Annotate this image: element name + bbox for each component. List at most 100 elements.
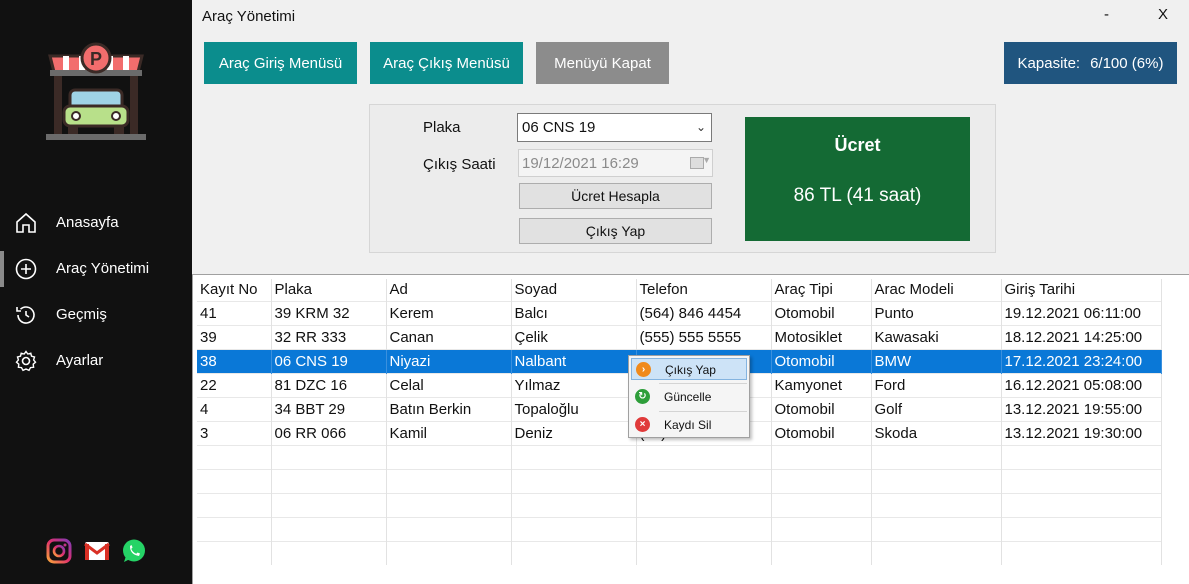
capacity-label: Kapasite: <box>1017 54 1081 72</box>
table-cell: Deniz <box>511 420 637 445</box>
table-cell: Batın Berkin <box>386 396 512 421</box>
table-cell: 18.12.2021 14:25:00 <box>1001 324 1162 349</box>
instagram-icon[interactable] <box>46 538 72 564</box>
table-cell: 13.12.2021 19:55:00 <box>1001 396 1162 421</box>
column-header[interactable]: Plaka <box>271 279 387 301</box>
fee-title: Ücret <box>834 135 881 155</box>
table-row[interactable]: 39 32 RR 333 Canan Çelik (555) 555 5555 … <box>197 324 1162 349</box>
empty-row <box>197 444 1162 469</box>
table-cell: Otomobil <box>771 396 872 421</box>
minimize-button[interactable]: - <box>1104 6 1109 23</box>
chevron-down-icon: ▼ <box>702 155 711 165</box>
table-cell: Punto <box>871 300 1002 325</box>
table-cell: 06 RR 066 <box>271 420 387 445</box>
context-item-label: Çıkış Yap <box>665 363 716 377</box>
table-cell: Otomobil <box>771 348 872 373</box>
table-cell: Niyazi <box>386 348 512 373</box>
table-cell: (555) 555 5555 <box>636 324 772 349</box>
context-item-checkout[interactable]: › Çıkış Yap <box>631 358 747 380</box>
home-icon <box>16 212 36 233</box>
column-header[interactable]: Telefon <box>636 279 772 301</box>
delete-icon: × <box>635 417 650 432</box>
exit-time-picker[interactable]: 19/12/2021 16:29 ▼ <box>518 149 713 177</box>
table-cell: 41 <box>197 300 272 325</box>
table-cell: 22 <box>197 372 272 397</box>
main-content: Araç Yönetimi - X Araç Giriş Menüsü Araç… <box>192 0 1189 584</box>
menu-divider <box>659 411 747 412</box>
row-context-menu: › Çıkış Yap ↻ Güncelle × Kaydı Sil <box>628 355 750 438</box>
chevron-down-icon: ⌄ <box>695 120 706 134</box>
table-cell: Kerem <box>386 300 512 325</box>
close-button[interactable]: X <box>1158 6 1168 23</box>
arrow-right-icon: › <box>636 362 651 377</box>
close-menu-button[interactable]: Menüyü Kapat <box>536 42 669 84</box>
gmail-icon[interactable] <box>84 538 110 564</box>
table-cell: 39 <box>197 324 272 349</box>
sidebar-item-label: Ayarlar <box>56 352 104 369</box>
table-cell: 19.12.2021 06:11:00 <box>1001 300 1162 325</box>
context-item-delete[interactable]: × Kaydı Sil <box>631 414 747 436</box>
table-cell: Balcı <box>511 300 637 325</box>
sidebar-item-label: Geçmiş <box>56 306 107 323</box>
refresh-icon: ↻ <box>635 389 650 404</box>
empty-row <box>197 540 1162 565</box>
sidebar-item-ayarlar[interactable]: Ayarlar <box>0 343 192 379</box>
table-cell: 16.12.2021 05:08:00 <box>1001 372 1162 397</box>
table-cell: Golf <box>871 396 1002 421</box>
context-item-label: Güncelle <box>664 390 712 404</box>
sidebar-item-label: Araç Yönetimi <box>56 260 150 277</box>
table-cell: Ford <box>871 372 1002 397</box>
sidebar-item-anasayfa[interactable]: Anasayfa <box>0 205 192 241</box>
table-cell: Kamyonet <box>771 372 872 397</box>
table-cell: Celal <box>386 372 512 397</box>
table-cell: Yılmaz <box>511 372 637 397</box>
table-cell: Kawasaki <box>871 324 1002 349</box>
table-cell: Skoda <box>871 420 1002 445</box>
table-cell: Motosiklet <box>771 324 872 349</box>
table-cell: 06 CNS 19 <box>271 348 387 373</box>
history-icon <box>16 306 35 324</box>
table-cell: Kamil <box>386 420 512 445</box>
column-header[interactable]: Giriş Tarihi <box>1001 279 1162 301</box>
column-header[interactable]: Arac Modeli <box>871 279 1002 301</box>
sidebar-item-arac-yonetimi[interactable]: Araç Yönetimi <box>0 251 192 287</box>
column-header[interactable]: Kayıt No <box>197 279 272 301</box>
entry-menu-button[interactable]: Araç Giriş Menüsü <box>204 42 357 84</box>
menu-divider <box>659 383 747 384</box>
plus-circle-icon <box>15 258 37 280</box>
table-header: Kayıt No Plaka Ad Soyad Telefon Araç Tip… <box>197 279 1162 301</box>
window-title: Araç Yönetimi <box>202 8 296 25</box>
whatsapp-icon[interactable] <box>121 538 147 564</box>
column-header[interactable]: Araç Tipi <box>771 279 872 301</box>
exit-time-label: Çıkış Saati <box>423 156 496 173</box>
table-cell: BMW <box>871 348 1002 373</box>
table-cell: Nalbant <box>511 348 637 373</box>
table-cell: Canan <box>386 324 512 349</box>
plate-select[interactable]: 06 CNS 19 ⌄ <box>517 113 712 142</box>
table-cell: 3 <box>197 420 272 445</box>
table-cell: 34 BBT 29 <box>271 396 387 421</box>
fee-display: Ücret 86 TL (41 saat) <box>745 117 970 241</box>
column-header[interactable]: Ad <box>386 279 512 301</box>
table-cell: 81 DZC 16 <box>271 372 387 397</box>
table-cell: 13.12.2021 19:30:00 <box>1001 420 1162 445</box>
table-cell: 38 <box>197 348 272 373</box>
calculate-fee-button[interactable]: Ücret Hesapla <box>519 183 712 209</box>
checkout-button[interactable]: Çıkış Yap <box>519 218 712 244</box>
table-cell: 17.12.2021 23:24:00 <box>1001 348 1162 373</box>
plate-label: Plaka <box>423 119 461 136</box>
gear-icon <box>15 350 37 372</box>
sidebar-item-gecmis[interactable]: Geçmiş <box>0 297 192 333</box>
table-row[interactable]: 41 39 KRM 32 Kerem Balcı (564) 846 4454 … <box>197 300 1162 325</box>
capacity-indicator: Kapasite: 6/100 (6%) <box>1004 42 1177 84</box>
parking-garage-logo-icon: P <box>46 42 146 140</box>
table-cell: Otomobil <box>771 300 872 325</box>
exit-time-value: 19/12/2021 16:29 <box>522 155 639 172</box>
exit-menu-button[interactable]: Araç Çıkış Menüsü <box>370 42 523 84</box>
column-header[interactable]: Soyad <box>511 279 637 301</box>
table-cell: (564) 846 4454 <box>636 300 772 325</box>
empty-row <box>197 468 1162 493</box>
sidebar-item-label: Anasayfa <box>56 214 119 231</box>
table-cell: Topaloğlu <box>511 396 637 421</box>
context-item-update[interactable]: ↻ Güncelle <box>631 386 747 408</box>
